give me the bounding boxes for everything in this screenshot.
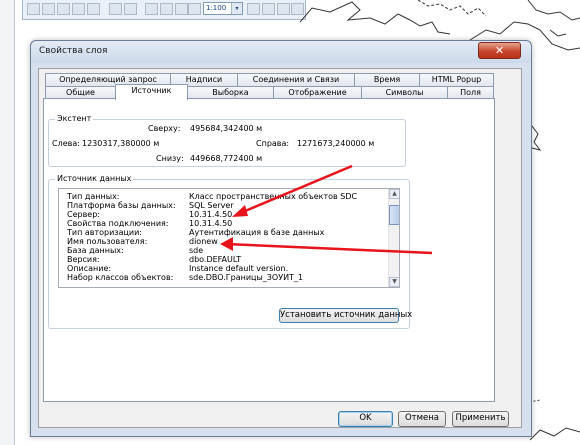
info-key: Тип авторизации: [67,228,143,237]
catalog-icon[interactable] [262,3,275,15]
info-key: Тип данных: [67,192,120,201]
extent-right-value: 1271673,240000 м [297,139,375,148]
map-scale-combo[interactable]: 1:100 ▾ [203,2,243,15]
toolbox-icon[interactable] [277,3,290,15]
info-value: 10.31.4.50 [189,210,233,219]
dialog-title: Свойства слоя [39,46,108,56]
scroll-up-icon[interactable]: ▲ [389,189,399,199]
scroll-thumb[interactable] [389,205,399,225]
measure-icon[interactable] [175,3,188,15]
dialog-titlebar[interactable]: Свойства слоя ✕ [31,41,531,63]
info-value: Класс пространственных объектов SDC [189,192,358,201]
info-value: Instance default version. [189,264,289,273]
layout-view-icon[interactable] [247,3,260,15]
ok-button[interactable]: OK [338,411,393,427]
zoom-in-icon[interactable] [27,3,40,15]
app-side-panel [0,0,15,445]
info-key: Платформа базы данных: [67,201,176,210]
info-key: Свойства подключения: [67,219,169,228]
info-key: Сервер: [67,210,100,219]
cancel-button[interactable]: Отмена [398,411,446,427]
chevron-down-icon[interactable]: ▾ [231,3,242,14]
map-toolbar: 1:100 ▾ [22,0,306,20]
info-list-scrollbar[interactable]: ▲ ▼ [388,189,399,287]
next-extent-icon[interactable] [124,3,137,15]
scroll-down-icon[interactable]: ▼ [389,277,399,287]
identify-icon[interactable] [160,3,173,15]
extent-bottom-value: 449668,772400 м [190,154,263,163]
info-key: Имя пользователя: [67,237,148,246]
info-value: dbo.DEFAULT [189,255,242,264]
info-key: Описание: [67,264,112,273]
zoom-out-icon[interactable] [42,3,55,15]
tab-source[interactable]: Источник [115,84,188,100]
extent-left-value: 1230317,380000 м [82,139,160,148]
tab-time[interactable]: Время [354,73,420,87]
data-source-group-label: Источник данных [55,174,134,183]
select-icon[interactable] [145,3,158,15]
extent-bottom-label: Снизу: [156,154,184,163]
apply-button[interactable]: Применить [452,411,509,427]
full-extent-icon[interactable] [72,3,85,15]
find-icon[interactable] [188,3,201,15]
set-data-source-button[interactable]: Установить источник данных [279,308,412,323]
info-value: dionew [189,237,218,246]
info-value: sde.DBO.Границы_ЗОУИТ_1 [189,273,304,282]
source-tab-panel: Экстент Сверху: 495684,342400 м Слева: 1… [43,98,495,402]
extent-left-label: Слева: [52,139,80,148]
pan-icon[interactable] [57,3,70,15]
info-key: Набор классов объектов: [67,273,174,282]
extent-group-label: Экстент [55,114,94,123]
info-key: База данных: [67,246,124,255]
fixed-zoom-icon[interactable] [87,3,100,15]
info-value: sde [189,246,204,255]
extent-right-label: Справа: [256,139,290,148]
previous-extent-icon[interactable] [109,3,122,15]
map-scale-value: 1:100 [206,4,227,12]
info-key: Версия: [67,255,100,264]
tab-joins-relates[interactable]: Соединения и Связи [237,73,355,87]
tab-html-popup[interactable]: HTML Popup [419,73,494,87]
data-source-info-list[interactable]: Тип данных: Класс пространственных объект… [58,188,400,288]
close-icon[interactable]: ✕ [478,42,521,59]
extent-top-label: Сверху: [148,124,181,133]
info-value: Аутентификация в базе данных [189,228,325,237]
info-value: 10.31.4.50 [189,219,233,228]
info-value: SQL Server [189,201,234,210]
extent-top-value: 495684,342400 м [190,124,263,133]
